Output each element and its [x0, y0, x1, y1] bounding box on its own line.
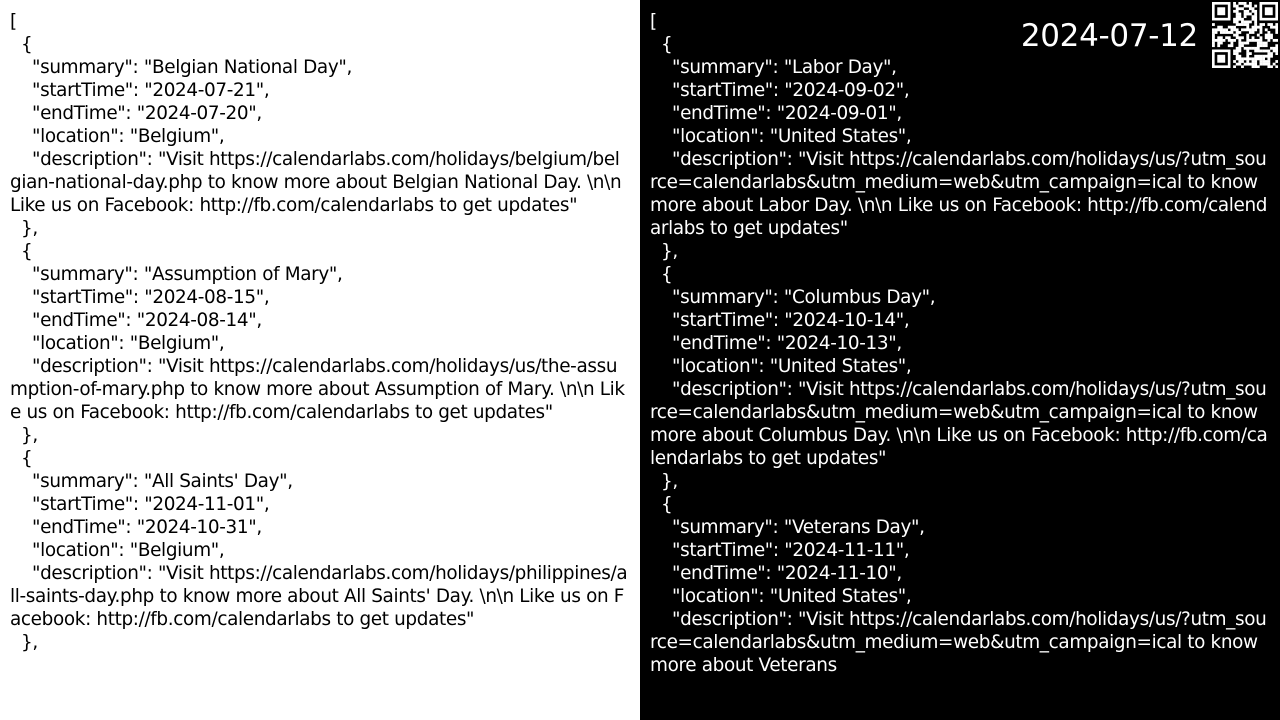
right-json-panel: [ { "summary": "Labor Day", "startTime":… [640, 0, 1280, 720]
json-text-right: [ { "summary": "Labor Day", "startTime":… [650, 11, 1268, 676]
json-text-left: [ { "summary": "Belgian National Day", "… [10, 11, 628, 653]
date-label: 2024-07-12 [1020, 16, 1198, 56]
left-json-panel: [ { "summary": "Belgian National Day", "… [0, 0, 640, 720]
qr-code-icon [1212, 2, 1278, 68]
